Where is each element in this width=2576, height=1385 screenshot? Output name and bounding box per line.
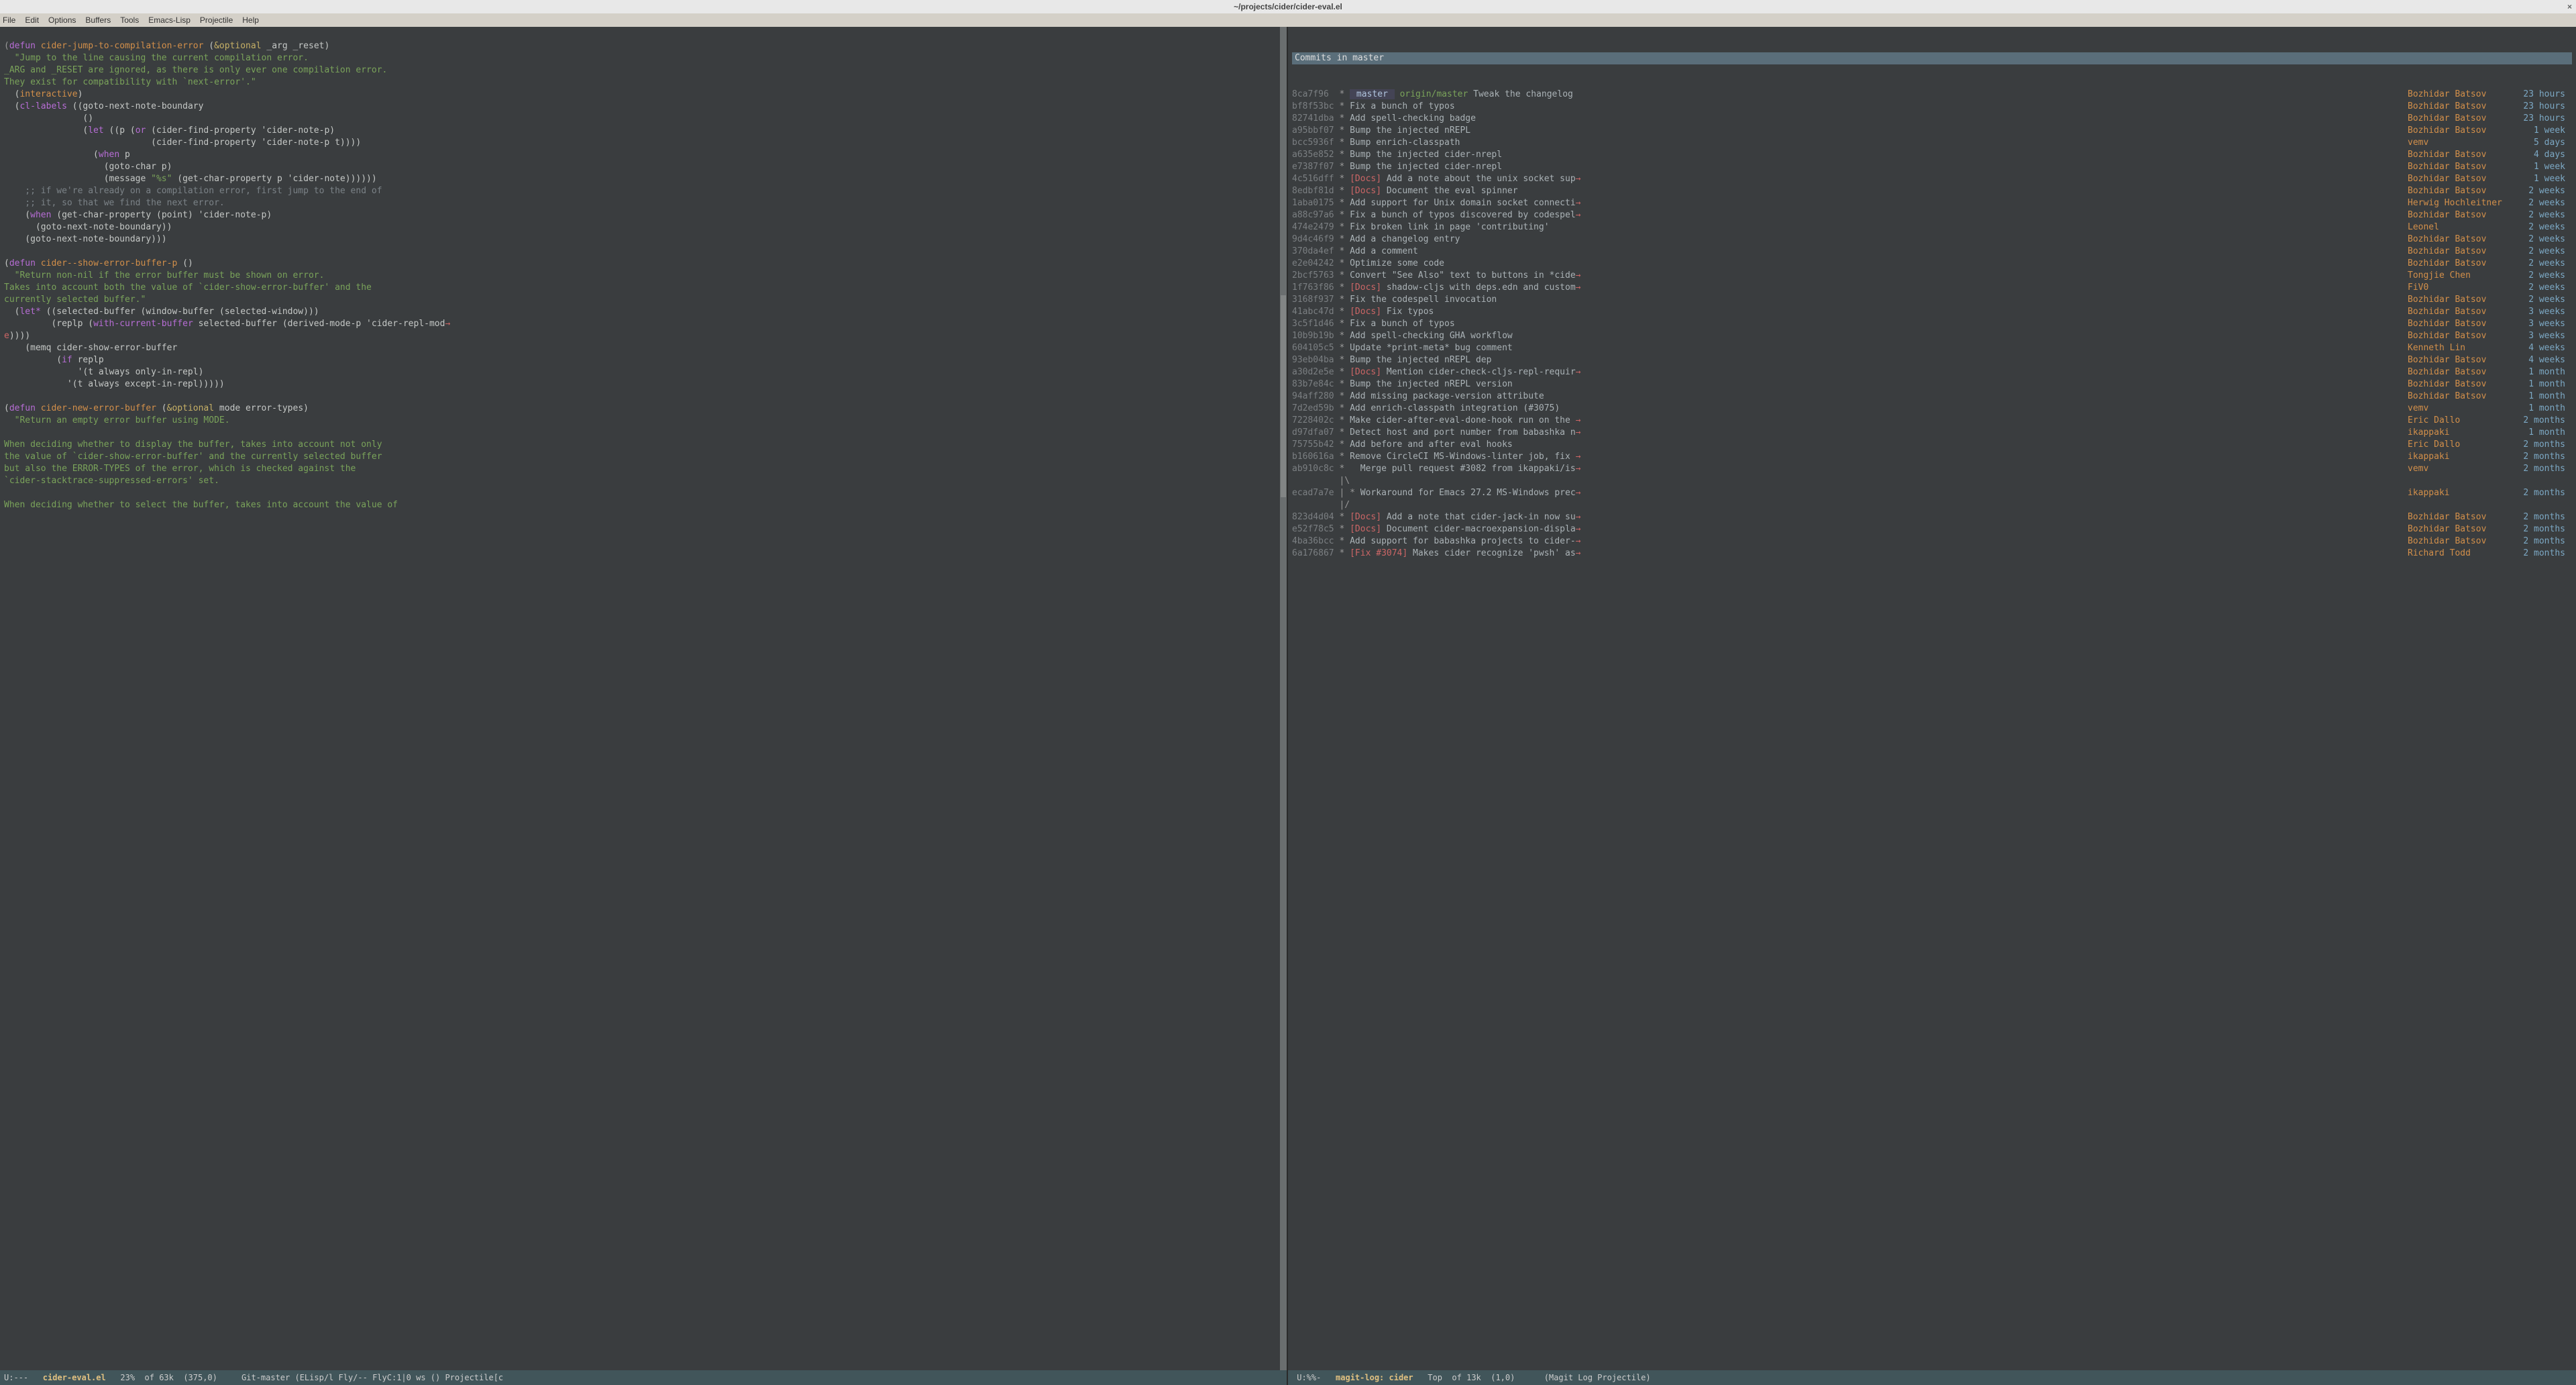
commit-row[interactable]: 93eb04ba * Bump the injected nREPL depBo… [1292,354,2572,366]
commit-row[interactable]: |\ [1292,475,2572,487]
menu-file[interactable]: File [3,15,15,25]
right-pane[interactable]: Commits in master 8ca7f96 * master origi… [1288,27,2576,1385]
buffer-name: cider-eval.el [43,1373,106,1382]
magit-header: Commits in master [1292,52,2572,64]
editor-split: (defun cider-jump-to-compilation-error (… [0,27,2576,1385]
commit-row[interactable]: |/ [1292,499,2572,511]
commit-row[interactable]: ab910c8c * Merge pull request #3082 from… [1292,463,2572,475]
commit-row[interactable]: bcc5936f * Bump enrich-classpathvemv5 da… [1292,137,2572,149]
commit-row[interactable]: 474e2479 * Fix broken link in page 'cont… [1292,221,2572,234]
menu-emacs-lisp[interactable]: Emacs-Lisp [148,15,191,25]
scrollbar-thumb[interactable] [1281,295,1286,497]
commit-row[interactable]: d97dfa07 * Detect host and port number f… [1292,427,2572,439]
commit-row[interactable]: 82741dba * Add spell-checking badgeBozhi… [1292,113,2572,125]
menu-help[interactable]: Help [242,15,259,25]
window-title: ~/projects/cider/cider-eval.el [1234,2,1342,11]
commit-row[interactable]: 7d2ed59b * Add enrich-classpath integrat… [1292,403,2572,415]
commit-row[interactable]: 2bcf5763 * Convert "See Also" text to bu… [1292,270,2572,282]
commit-row[interactable]: 1f763f86 * [Docs] shadow-cljs with deps.… [1292,282,2572,294]
commit-row[interactable]: bf8f53bc * Fix a bunch of typosBozhidar … [1292,101,2572,113]
commit-row[interactable]: 41abc47d * [Docs] Fix typosBozhidar Bats… [1292,306,2572,318]
menu-buffers[interactable]: Buffers [85,15,111,25]
commit-row[interactable]: a635e852 * Bump the injected cider-nrepl… [1292,149,2572,161]
left-pane[interactable]: (defun cider-jump-to-compilation-error (… [0,27,1288,1385]
menubar: File Edit Options Buffers Tools Emacs-Li… [0,13,2576,27]
commit-row[interactable]: a30d2e5e * [Docs] Mention cider-check-cl… [1292,366,2572,378]
commit-row[interactable]: 83b7e84c * Bump the injected nREPL versi… [1292,378,2572,391]
menu-edit[interactable]: Edit [25,15,39,25]
commit-row[interactable]: 4ba36bcc * Add support for babashka proj… [1292,535,2572,548]
menu-projectile[interactable]: Projectile [200,15,233,25]
paren: ( [4,41,9,51]
commit-row[interactable]: b160616a * Remove CircleCI MS-Windows-li… [1292,451,2572,463]
modeline-left: U:--- cider-eval.el 23% of 63k (375,0) G… [0,1370,1287,1385]
commit-row[interactable]: e52f78c5 * [Docs] Document cider-macroex… [1292,523,2572,535]
commit-row[interactable]: 1aba0175 * Add support for Unix domain s… [1292,197,2572,209]
commit-row[interactable]: 8ca7f96 * master origin/master Tweak the… [1292,89,2572,101]
commit-row[interactable]: a95bbf07 * Bump the injected nREPLBozhid… [1292,125,2572,137]
commit-row[interactable]: 3c5f1d46 * Fix a bunch of typosBozhidar … [1292,318,2572,330]
commit-row[interactable]: 75755b42 * Add before and after eval hoo… [1292,439,2572,451]
docstring: "Jump to the line causing the current co… [4,53,309,63]
commit-row[interactable]: 94aff280 * Add missing package-version a… [1292,391,2572,403]
commit-row[interactable]: 9d4c46f9 * Add a changelog entryBozhidar… [1292,234,2572,246]
menu-tools[interactable]: Tools [120,15,139,25]
commit-row[interactable]: 823d4d04 * [Docs] Add a note that cider-… [1292,511,2572,523]
close-icon[interactable]: × [2567,2,2572,11]
fn-name: cider-jump-to-compilation-error [41,41,204,51]
commit-row[interactable]: 10b9b19b * Add spell-checking GHA workfl… [1292,330,2572,342]
commit-row[interactable]: 6a176867 * [Fix #3074] Makes cider recog… [1292,548,2572,560]
commit-row[interactable]: 370da4ef * Add a commentBozhidar Batsov2… [1292,246,2572,258]
buffer-name: magit-log: cider [1336,1373,1413,1382]
magit-log-buffer[interactable]: Commits in master 8ca7f96 * master origi… [1288,27,2576,561]
code-buffer[interactable]: (defun cider-jump-to-compilation-error (… [0,27,1287,525]
scrollbar[interactable] [1280,27,1287,1370]
modeline-right: U:%%- magit-log: cider Top of 13k (1,0) … [1288,1370,2576,1385]
commit-row[interactable]: 7228402c * Make cider-after-eval-done-ho… [1292,415,2572,427]
commit-row[interactable]: 4c516dff * [Docs] Add a note about the u… [1292,173,2572,185]
commit-row[interactable]: ecad7a7e | * Workaround for Emacs 27.2 M… [1292,487,2572,499]
commit-row[interactable]: 604105c5 * Update *print-meta* bug comme… [1292,342,2572,354]
menu-options[interactable]: Options [48,15,76,25]
titlebar: ~/projects/cider/cider-eval.el × [0,0,2576,13]
commit-row[interactable]: a88c97a6 * Fix a bunch of typos discover… [1292,209,2572,221]
commit-row[interactable]: e2e04242 * Optimize some codeBozhidar Ba… [1292,258,2572,270]
commit-row[interactable]: 3168f937 * Fix the codespell invocationB… [1292,294,2572,306]
kw-defun: defun [9,41,36,51]
comment: ;; if we're already on a compilation err… [4,186,382,196]
commit-row[interactable]: 8edbf81d * [Docs] Document the eval spin… [1292,185,2572,197]
commit-row[interactable]: e7387f07 * Bump the injected cider-nrepl… [1292,161,2572,173]
